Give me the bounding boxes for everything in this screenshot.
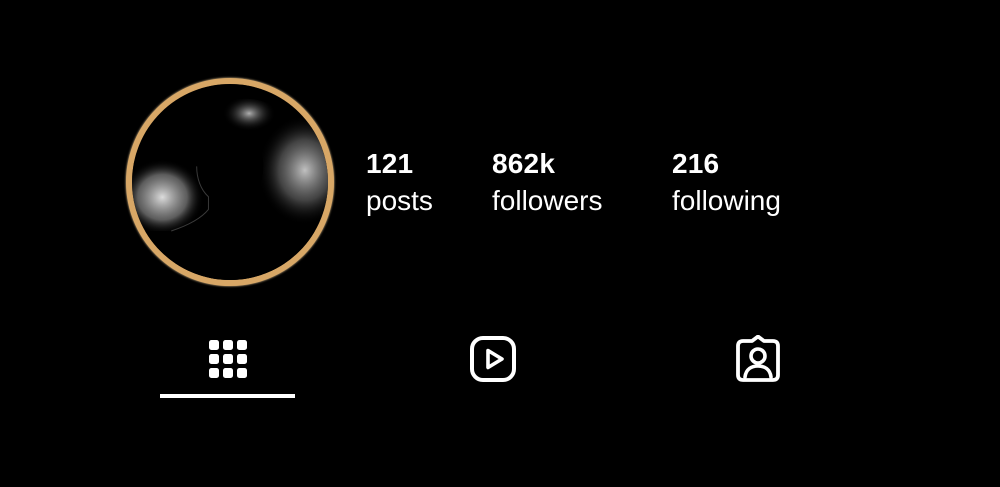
followers-stat[interactable]: 862k followers [492,147,602,219]
profile-header: 121 posts 862k followers 216 following [0,0,1000,300]
tab-tagged[interactable] [690,318,825,400]
posts-count: 121 [366,148,414,179]
tab-reels[interactable] [425,318,560,400]
following-count: 216 [672,148,720,179]
tab-grid[interactable] [160,318,295,400]
active-tab-indicator [160,394,295,398]
posts-stat[interactable]: 121 posts [366,147,433,219]
reels-play-icon [469,335,517,383]
following-label: following [672,185,781,216]
following-stat[interactable]: 216 following [672,147,781,219]
person-silhouette-icon [132,84,328,280]
profile-avatar[interactable] [126,78,334,286]
profile-tabs [0,318,1000,408]
posts-label: posts [366,185,433,216]
tagged-person-icon [734,335,782,383]
grid-icon [208,339,248,379]
followers-count: 862k [492,148,556,179]
followers-label: followers [492,185,603,216]
